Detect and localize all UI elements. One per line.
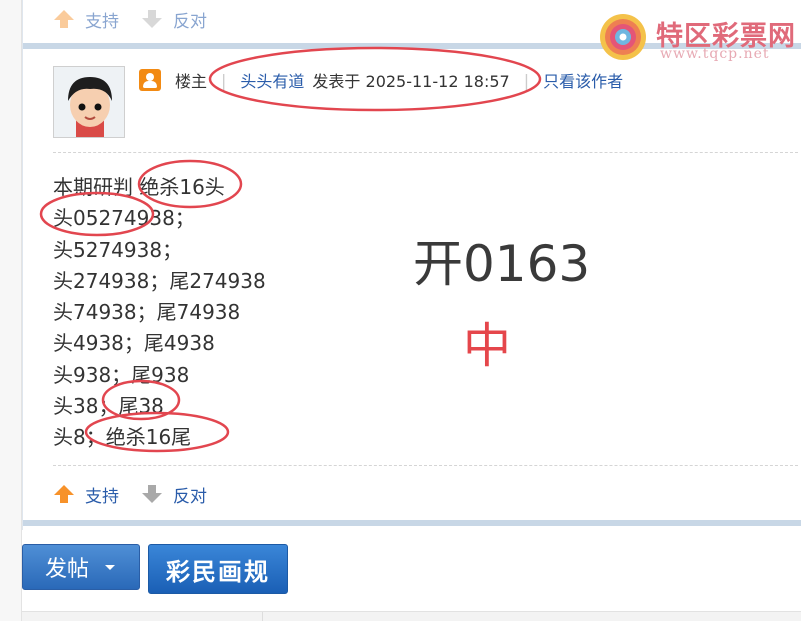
host-label: 楼主 <box>175 72 208 91</box>
oppose-button-top[interactable]: 反对 <box>141 7 207 32</box>
site-logo[interactable]: 特区彩票网 www.tqcp.net <box>598 8 798 66</box>
arrow-up-icon <box>54 485 74 503</box>
rules-button[interactable]: 彩民画规 <box>148 544 288 594</box>
only-author-link[interactable]: 只看该作者 <box>543 68 623 92</box>
avatar[interactable] <box>53 66 125 138</box>
arrow-down-icon <box>142 485 162 503</box>
bottom-bar <box>22 611 801 621</box>
post-line: 头38；尾38 <box>53 394 164 419</box>
logo-swirl-icon <box>600 14 646 60</box>
post-card: 支持 反对 楼主 | 头头有道 发表于 2025-11-12 18:57 | 只… <box>22 0 801 530</box>
post-timestamp: 发表于 2025-11-12 18:57 <box>312 72 510 91</box>
post-line: 头05274938； <box>53 206 195 231</box>
left-gutter <box>0 0 22 621</box>
oppose-label: 反对 <box>173 486 207 507</box>
content-divider-top <box>53 152 798 153</box>
avatar-cartoon-icon <box>54 67 124 137</box>
post-line: 头938；尾938 <box>53 362 190 387</box>
author-link[interactable]: 头头有道 <box>240 68 304 92</box>
post-line: 头5274938； <box>53 237 183 262</box>
post-line: 头4938；尾4938 <box>53 331 215 356</box>
new-post-label: 发帖 <box>45 557 90 582</box>
post-line: 头8；绝杀16尾 <box>53 425 192 450</box>
post-body: 本期研判 绝杀16头 头05274938； 头5274938； 头274938；… <box>53 172 266 454</box>
arrow-down-icon <box>142 10 162 28</box>
arrow-up-icon <box>54 10 74 28</box>
meta-divider: | <box>523 70 530 90</box>
post-line: 本期研判 绝杀16头 <box>53 175 225 199</box>
support-button[interactable]: 支持 <box>53 482 119 507</box>
oppose-button[interactable]: 反对 <box>141 482 207 507</box>
result-hit-text: 中 <box>463 318 512 374</box>
post-meta: 楼主 | 头头有道 发表于 2025-11-12 18:57 | 只看该作者 <box>139 66 623 94</box>
support-label: 支持 <box>85 486 119 507</box>
post-line: 头274938；尾274938 <box>53 268 266 293</box>
post-separator-bottom <box>23 520 801 526</box>
top-vote-row: 支持 反对 <box>53 4 229 34</box>
content-divider-bottom <box>53 465 798 466</box>
oppose-label: 反对 <box>173 11 207 32</box>
bottom-vote-row: 支持 反对 <box>53 479 229 509</box>
support-label: 支持 <box>85 11 119 32</box>
meta-divider: | <box>221 70 227 90</box>
support-button-top[interactable]: 支持 <box>53 7 119 32</box>
new-post-button[interactable]: 发帖 <box>22 544 140 590</box>
logo-url: www.tqcp.net <box>660 46 770 62</box>
host-icon <box>139 69 161 91</box>
bottom-bar-divider <box>262 612 263 621</box>
caret-down-icon <box>105 564 116 570</box>
result-open-text: 开0163 <box>413 235 591 293</box>
post-line: 头74938；尾74938 <box>53 300 241 325</box>
